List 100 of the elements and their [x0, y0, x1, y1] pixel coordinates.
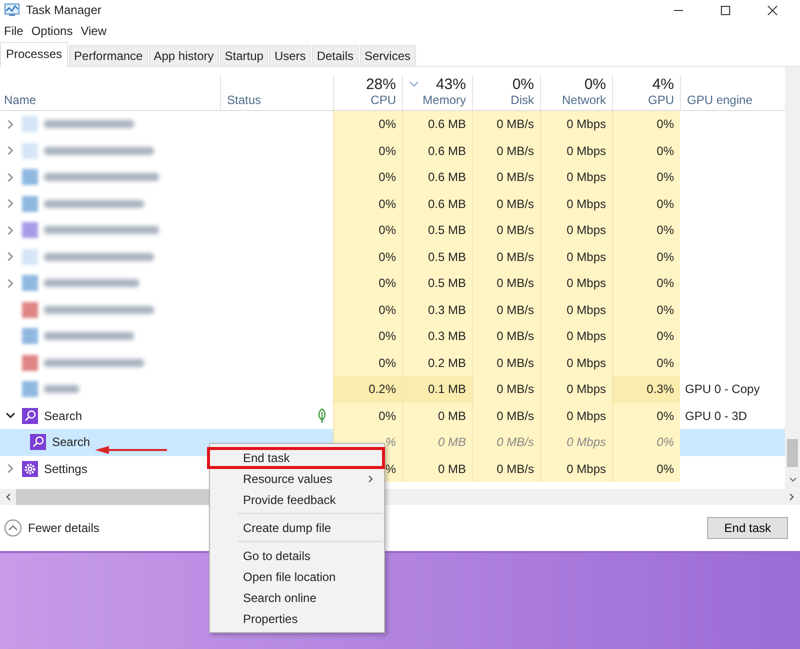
menu-item[interactable]: Create dump file	[210, 517, 384, 538]
table-cell: 0 MB	[402, 456, 472, 482]
menu-item[interactable]: Properties	[210, 608, 384, 629]
table-cell: 0%	[333, 270, 402, 296]
table-cell: 0.2%	[333, 376, 402, 402]
expand-chevron-icon[interactable]	[6, 146, 14, 156]
table-cell: 0 MB/s	[472, 190, 540, 217]
process-name: Search	[52, 435, 90, 450]
column-header[interactable]: Status	[227, 93, 327, 107]
table-cell: 0.1 MB	[402, 376, 472, 402]
table-cell: 0.6 MB	[402, 111, 472, 138]
menu-item[interactable]: Open file location	[210, 566, 384, 587]
table-cell: GPU 0 - 3D	[685, 408, 748, 423]
pointer-arrow	[95, 444, 167, 456]
table-cell: 0 MB/s	[472, 244, 540, 270]
expand-chevron-icon[interactable]	[6, 278, 14, 288]
table-cell: 0%	[333, 296, 402, 323]
table-cell: 0%	[333, 323, 402, 350]
table-cell: 0.6 MB	[402, 138, 472, 164]
table-cell: 0 Mbps	[540, 350, 612, 376]
submenu-chevron-icon	[368, 474, 374, 482]
menu-item[interactable]: Provide feedback	[210, 489, 384, 510]
table-cell: 0 Mbps	[540, 270, 612, 296]
tab[interactable]: Startup	[220, 45, 268, 66]
close-icon[interactable]	[767, 4, 778, 16]
table-cell: 0.5 MB	[402, 244, 472, 270]
tab[interactable]: Processes	[0, 42, 68, 67]
table-cell: 0 Mbps	[540, 456, 612, 482]
table-cell: 0 Mbps	[540, 429, 612, 456]
gear-icon	[22, 460, 38, 477]
tab[interactable]: App history	[148, 45, 219, 66]
tab[interactable]: Users	[269, 45, 311, 66]
table-cell: 0 MB/s	[472, 376, 540, 402]
table-cell: 0.6 MB	[402, 164, 472, 190]
table-cell: 0 MB/s	[472, 402, 540, 429]
table-cell: 0%	[612, 429, 680, 456]
expand-chevron-icon[interactable]	[6, 172, 14, 182]
expand-chevron-icon[interactable]	[6, 120, 14, 129]
scroll-thumb[interactable]	[787, 439, 798, 467]
table-cell: 0 Mbps	[540, 296, 612, 323]
scroll-down-icon[interactable]	[789, 477, 797, 483]
table-cell: 0 Mbps	[540, 111, 612, 138]
tab[interactable]: Services	[360, 45, 416, 66]
menu-item[interactable]: Search online	[210, 587, 384, 608]
table-cell: 0.3 MB	[402, 296, 472, 323]
menu-item[interactable]: Go to details	[210, 545, 384, 566]
table-cell: 0.2 MB	[402, 350, 472, 376]
column-total: 28%	[366, 76, 396, 92]
table-cell: 0 MB/s	[472, 270, 540, 296]
table-cell: 0 MB/s	[472, 217, 540, 244]
table-cell: 0 Mbps	[540, 190, 612, 217]
vertical-scrollbar[interactable]	[785, 67, 800, 489]
table-cell: 0 MB	[402, 402, 472, 429]
expand-chevron-icon[interactable]	[6, 226, 14, 235]
table-cell: 0%	[612, 456, 680, 482]
tab[interactable]: Performance	[69, 45, 148, 66]
collapse-circle-icon[interactable]	[4, 519, 22, 537]
scroll-left-icon[interactable]	[5, 493, 11, 501]
table-cell: 0 MB/s	[472, 456, 540, 482]
column-header[interactable]: GPU	[619, 93, 674, 107]
menu-item[interactable]: End task	[210, 447, 384, 468]
table-cell: 0%	[612, 190, 680, 217]
table-cell: 0 MB/s	[472, 323, 540, 350]
table-cell: 0.6 MB	[402, 190, 472, 217]
end-task-button[interactable]: End task	[707, 517, 788, 539]
sort-caret-icon[interactable]	[409, 81, 419, 87]
tab[interactable]: Details	[312, 45, 358, 66]
table-cell: 0 MB/s	[472, 350, 540, 376]
column-header[interactable]: Name	[4, 93, 214, 107]
column-header[interactable]: Disk	[479, 93, 534, 107]
table-cell: 0%	[612, 244, 680, 270]
table-cell: 0.3 MB	[402, 323, 472, 350]
column-header[interactable]: CPU	[340, 93, 396, 107]
table-cell: 0%	[612, 296, 680, 323]
table-cell: 0 Mbps	[540, 138, 612, 164]
menu-item[interactable]: File	[2, 24, 30, 38]
table-cell: 0%	[612, 350, 680, 376]
maximize-icon[interactable]	[720, 4, 731, 16]
column-header[interactable]: Network	[547, 93, 606, 107]
search-icon	[22, 408, 38, 424]
fewer-details-link[interactable]: Fewer details	[28, 521, 100, 535]
table-cell: 0 MB/s	[472, 164, 540, 190]
scroll-right-icon[interactable]	[789, 493, 795, 501]
column-total: 43%	[436, 76, 466, 92]
collapse-chevron-icon[interactable]	[6, 411, 14, 420]
expand-chevron-icon[interactable]	[6, 252, 14, 262]
expand-chevron-icon[interactable]	[6, 199, 14, 208]
table-cell: 0 Mbps	[540, 244, 612, 270]
table-cell: 0.5 MB	[402, 217, 472, 244]
table-cell: 0%	[333, 244, 402, 270]
process-name: Settings	[44, 462, 88, 476]
column-header[interactable]: Memory	[409, 93, 466, 107]
expand-chevron-icon[interactable]	[6, 464, 14, 474]
search-icon	[30, 434, 46, 450]
table-cell: 0%	[333, 190, 402, 217]
menu-item[interactable]: View	[78, 24, 112, 38]
table-cell: 0%	[612, 138, 680, 164]
menu-item[interactable]: Options	[29, 24, 79, 38]
column-header[interactable]: GPU engine	[687, 93, 779, 107]
table-cell: 0 Mbps	[540, 376, 612, 402]
